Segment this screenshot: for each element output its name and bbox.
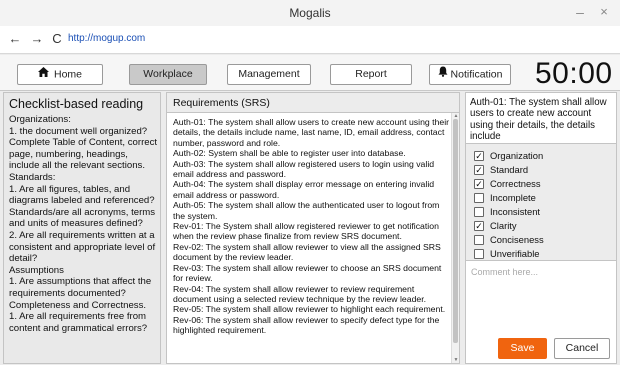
checklist-panel: Checklist-based reading Organizations: 1… xyxy=(3,92,161,364)
notification-label: Notification xyxy=(450,68,503,81)
checkbox-box[interactable]: ✓ xyxy=(474,221,484,231)
checkbox-box[interactable]: ✓ xyxy=(474,165,484,175)
defect-type-list: ✓ Organization ✓ Standard ✓ Correctness … xyxy=(466,143,616,261)
checkbox-box[interactable]: ✓ xyxy=(474,151,484,161)
workplace-button[interactable]: Workplace xyxy=(129,64,207,85)
scroll-down-icon[interactable]: ▼ xyxy=(452,357,460,363)
requirement-item[interactable]: Rev-01: The System shall allow registere… xyxy=(173,221,451,242)
countdown-timer: 50:00 xyxy=(535,57,613,90)
requirement-item[interactable]: Auth-03: The system shall allow register… xyxy=(173,159,451,180)
cancel-button[interactable]: Cancel xyxy=(554,338,610,359)
srs-heading: Requirements (SRS) xyxy=(173,97,270,109)
forward-arrow-icon[interactable]: → xyxy=(30,31,44,47)
close-button[interactable]: × xyxy=(596,3,612,21)
checkbox-box[interactable] xyxy=(474,235,484,245)
checkbox-box[interactable] xyxy=(474,207,484,217)
checkbox-label: Standard xyxy=(490,164,529,175)
requirement-item[interactable]: Auth-05: The system shall allow the auth… xyxy=(173,200,451,221)
window-title: Mogalis xyxy=(289,6,331,20)
requirement-item[interactable]: Auth-01: The system shall allow users to… xyxy=(173,117,451,148)
main-toolbar: Home Workplace Management Report Notific… xyxy=(0,55,620,91)
save-button[interactable]: Save xyxy=(498,338,547,359)
checkbox-box[interactable]: ✓ xyxy=(474,179,484,189)
requirement-item[interactable]: Auth-02: System shall be able to registe… xyxy=(173,148,451,158)
srs-scrollbar[interactable]: ▲ ▼ xyxy=(451,113,459,363)
address-bar: ← → C http://mogup.com xyxy=(0,26,620,54)
checklist-heading: Checklist-based reading xyxy=(9,97,144,111)
checkbox-box[interactable] xyxy=(474,249,484,259)
requirement-item[interactable]: Rev-02: The system shall allow reviewer … xyxy=(173,242,451,263)
bell-icon xyxy=(438,65,448,84)
checkbox-label: Clarity xyxy=(490,220,517,231)
comment-field[interactable]: Comment here... xyxy=(468,264,614,336)
app-window: Mogalis – × ← → C http://mogup.com Home … xyxy=(0,0,620,365)
back-arrow-icon[interactable]: ← xyxy=(8,31,22,47)
requirement-item[interactable]: Rev-03: The system shall allow reviewer … xyxy=(173,263,451,284)
requirement-item[interactable]: Rev-06: The system shall allow reviewer … xyxy=(173,315,451,336)
url-field[interactable]: http://mogup.com xyxy=(68,33,145,44)
title-bar: Mogalis – × xyxy=(0,0,620,26)
reload-icon[interactable]: C xyxy=(50,31,64,47)
management-button[interactable]: Management xyxy=(227,64,311,85)
checkbox-label: Correctness xyxy=(490,178,541,189)
notification-button[interactable]: Notification xyxy=(429,64,511,85)
requirement-item[interactable]: Auth-04: The system shall display error … xyxy=(173,179,451,200)
checkbox-label: Organization xyxy=(490,150,544,161)
checkbox-label: Conciseness xyxy=(490,234,544,245)
requirement-item[interactable]: Rev-05: The system shall allow reviewer … xyxy=(173,304,451,314)
report-button[interactable]: Report xyxy=(330,64,412,85)
checkbox-label: Inconsistent xyxy=(490,206,541,217)
srs-panel: Requirements (SRS) Auth-01: The system s… xyxy=(166,92,460,364)
scrollbar-thumb[interactable] xyxy=(453,119,458,343)
requirement-item[interactable]: Rev-04: The system shall allow reviewer … xyxy=(173,284,451,305)
home-icon xyxy=(37,65,49,84)
home-label: Home xyxy=(53,68,82,81)
checkbox-label: Incomplete xyxy=(490,192,536,203)
srs-header: Requirements (SRS) xyxy=(167,93,459,113)
review-panel: Auth-01: The system shall allow users to… xyxy=(465,92,617,364)
checkbox-box[interactable] xyxy=(474,193,484,203)
checklist-body: Organizations: 1. the document well orga… xyxy=(9,114,158,334)
minimize-button[interactable]: – xyxy=(572,3,588,21)
selected-requirement: Auth-01: The system shall allow users to… xyxy=(470,97,607,143)
srs-content[interactable]: Auth-01: The system shall allow users to… xyxy=(173,117,451,336)
checkbox-label: Unverifiable xyxy=(490,248,540,259)
home-button[interactable]: Home xyxy=(17,64,103,85)
